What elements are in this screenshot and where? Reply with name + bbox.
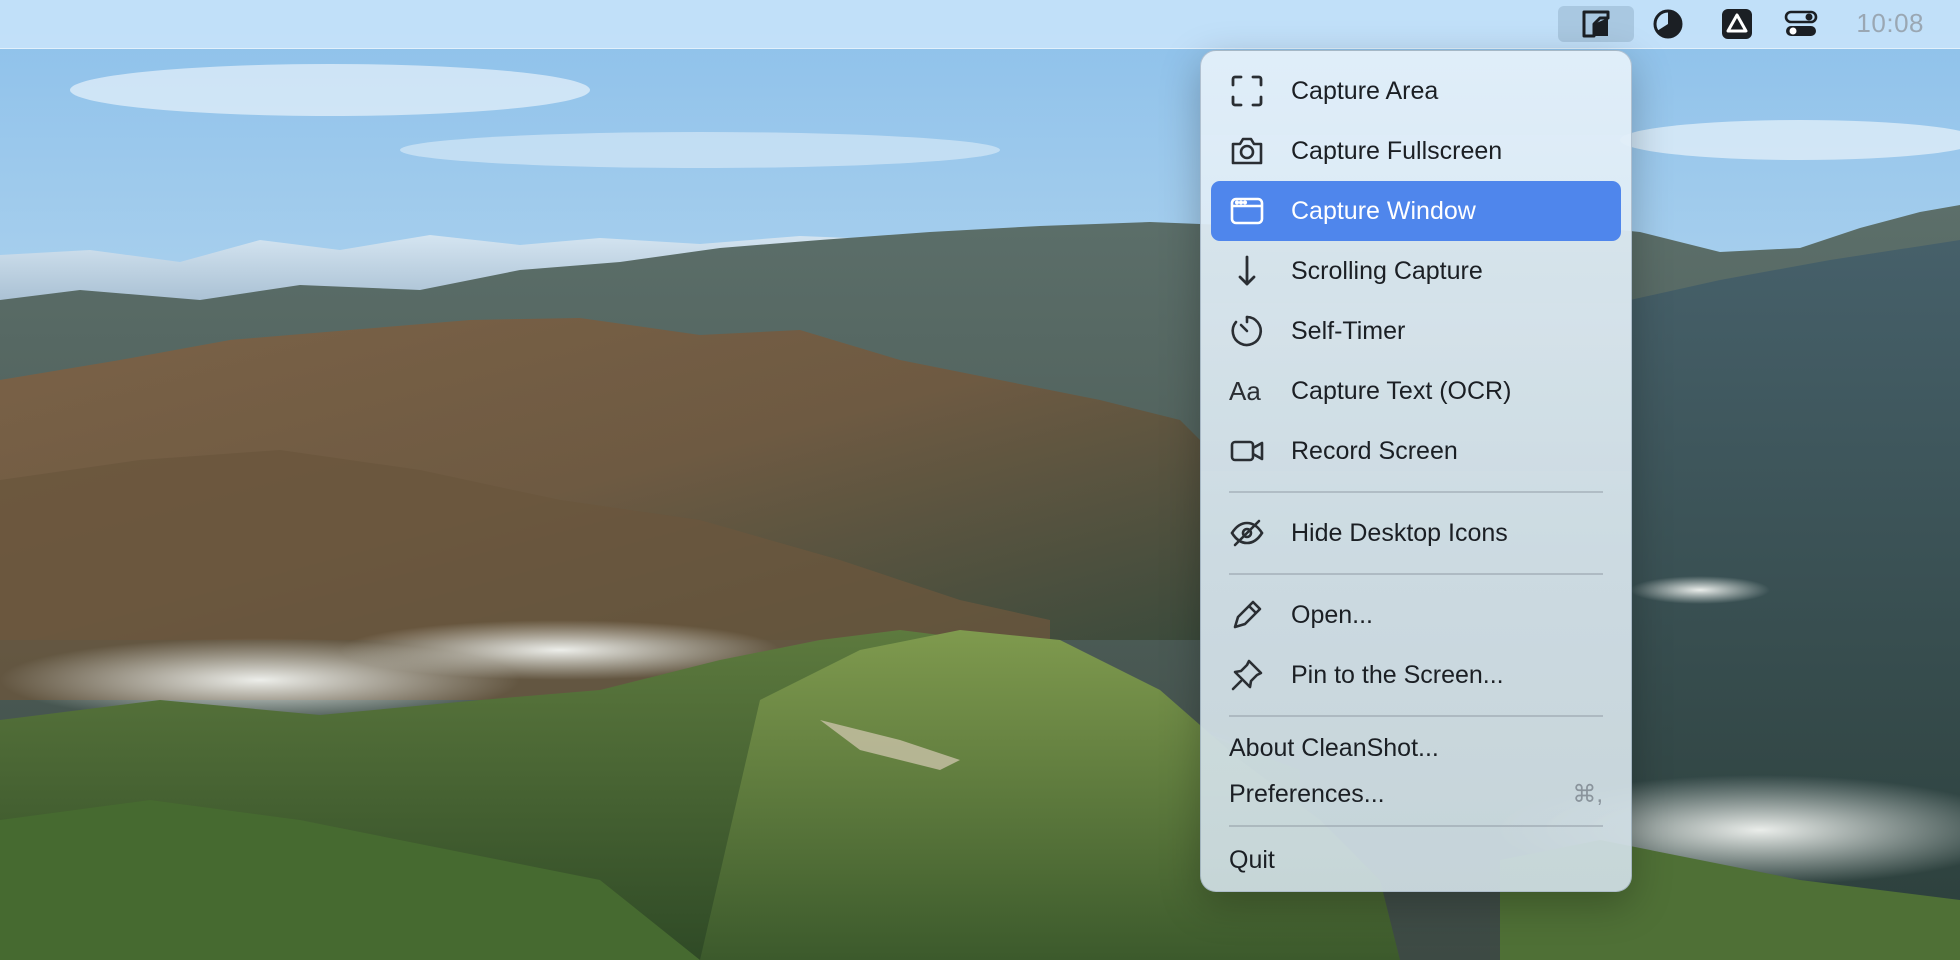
camera-icon (1229, 131, 1289, 171)
menu-item-capture-text[interactable]: Aa Capture Text (OCR) (1211, 361, 1621, 421)
menu-item-capture-window[interactable]: Capture Window (1211, 181, 1621, 241)
menu-item-label: Pin to the Screen... (1291, 660, 1504, 689)
menu-item-about[interactable]: About CleanShot... (1211, 725, 1621, 771)
timer-icon (1229, 311, 1289, 351)
menu-item-capture-area[interactable]: Capture Area (1211, 61, 1621, 121)
menu-item-label: Capture Area (1291, 76, 1439, 105)
menu-item-capture-fullscreen[interactable]: Capture Fullscreen (1211, 121, 1621, 181)
menu-item-label: Capture Window (1291, 196, 1476, 225)
menu-item-label: Preferences... (1229, 779, 1385, 808)
menu-item-label: Hide Desktop Icons (1291, 518, 1508, 547)
keyboard-shortcut: ⌘, (1572, 780, 1603, 808)
pie-timer-icon[interactable] (1650, 6, 1686, 42)
menu-item-label: Capture Text (OCR) (1291, 376, 1512, 405)
menubar-clock[interactable]: 10:08 (1856, 0, 1924, 48)
menu-item-label: Capture Fullscreen (1291, 136, 1503, 165)
capture-area-icon (1229, 71, 1289, 111)
menu-divider (1229, 715, 1603, 717)
menu-item-scrolling-capture[interactable]: Scrolling Capture (1211, 241, 1621, 301)
menu-item-open[interactable]: Open... (1211, 585, 1621, 645)
arrow-down-icon (1229, 251, 1289, 291)
cleanshot-icon[interactable] (1558, 6, 1634, 42)
eye-slash-icon (1229, 513, 1289, 553)
menu-item-preferences[interactable]: Preferences... ⌘, (1211, 771, 1621, 817)
menu-item-label: Open... (1291, 600, 1373, 629)
menu-item-quit[interactable]: Quit (1211, 835, 1621, 885)
menu-item-label: Record Screen (1291, 436, 1458, 465)
menu-item-label: Scrolling Capture (1291, 256, 1483, 285)
text-aa-icon: Aa (1229, 371, 1289, 411)
pin-icon (1229, 655, 1289, 695)
window-icon (1229, 191, 1289, 231)
menu-item-hide-desktop-icons[interactable]: Hide Desktop Icons (1211, 503, 1621, 563)
menu-bar: 10:08 (0, 0, 1960, 49)
menu-divider (1229, 573, 1603, 575)
menu-item-self-timer[interactable]: Self-Timer (1211, 301, 1621, 361)
desktop-wallpaper (0, 0, 1960, 960)
menu-divider (1229, 491, 1603, 493)
menu-item-label: Quit (1229, 845, 1275, 874)
control-center-icon[interactable] (1782, 6, 1820, 42)
video-camera-icon (1229, 431, 1289, 471)
drive-icon[interactable] (1718, 6, 1756, 42)
pen-icon (1229, 595, 1289, 635)
menu-item-record-screen[interactable]: Record Screen (1211, 421, 1621, 481)
menu-item-label: Self-Timer (1291, 316, 1406, 345)
cleanshot-menu: Capture Area Capture Fullscreen Capture … (1200, 50, 1632, 892)
menu-item-pin-to-screen[interactable]: Pin to the Screen... (1211, 645, 1621, 705)
menu-item-label: About CleanShot... (1229, 733, 1439, 762)
text-aa-glyph: Aa (1229, 375, 1261, 406)
menu-divider (1229, 825, 1603, 827)
